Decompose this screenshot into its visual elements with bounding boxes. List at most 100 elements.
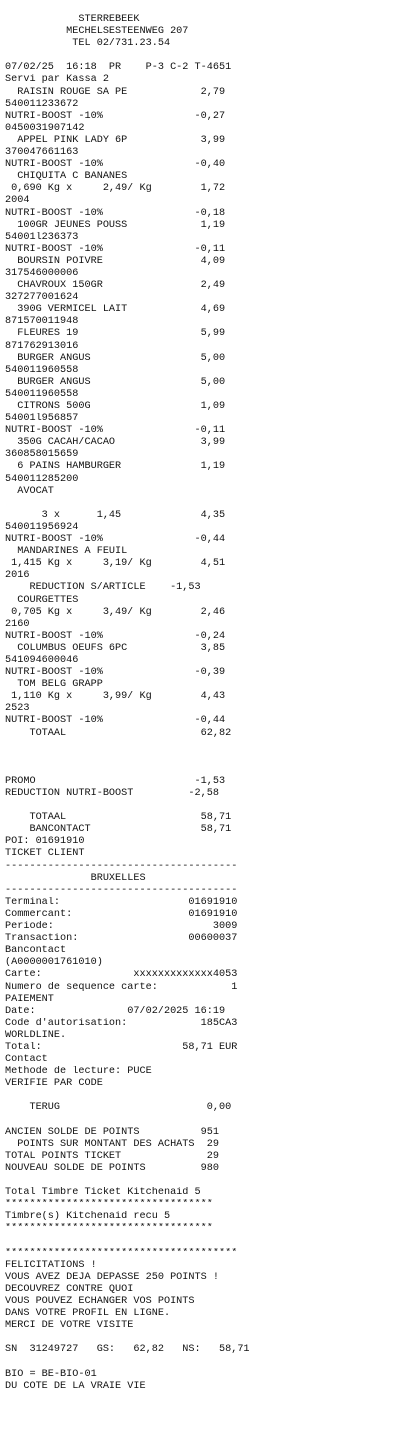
receipt-line: 2160 <box>5 618 30 630</box>
receipt-line: MECHELSESTEENWEG 207 <box>5 26 189 38</box>
receipt-line: 0,705 Kg x 3,49/ Kg 2,46 <box>5 606 226 618</box>
receipt-line: Bancontact <box>5 945 67 957</box>
receipt-line: Transaction: 00600037 <box>5 933 238 945</box>
receipt-line: 390G VERMICEL LAIT 4,69 <box>5 304 226 316</box>
receipt-line: 100GR JEUNES POUSS 1,19 <box>5 219 226 231</box>
receipt-line: 1,415 Kg x 3,19/ Kg 4,51 <box>5 558 226 570</box>
receipt-line: NUTRI-BOOST -10% -0,11 <box>5 243 226 255</box>
receipt-line: BURGER ANGUS 5,00 <box>5 376 226 388</box>
receipt-line: ********************************** <box>5 1199 213 1211</box>
receipt-line <box>5 50 415 62</box>
receipt-line: Code d'autorisation: 185CA3 <box>5 1017 238 1029</box>
receipt-line: 540011233672 <box>5 98 79 110</box>
receipt-line: COURGETTES <box>5 594 79 606</box>
receipt-line: PAIEMENT <box>5 993 54 1005</box>
receipt-line: TOM BELG GRAPP <box>5 679 103 691</box>
receipt-line: 54001l956857 <box>5 413 79 425</box>
receipt-line: FELICITATIONS ! <box>5 1259 97 1271</box>
receipt-line: 6 PAINS HAMBURGER 1,19 <box>5 461 226 473</box>
receipt-line <box>5 1332 415 1344</box>
receipt-line: NUTRI-BOOST -10% -0,24 <box>5 630 226 642</box>
receipt-line: SN 31249727 GS: 62,82 NS: 58,71 <box>5 1344 250 1356</box>
receipt-line: BIO = BE-BIO-01 <box>5 1368 97 1380</box>
receipt-line: NUTRI-BOOST -10% -0,44 <box>5 715 226 727</box>
receipt-line: 07/02/25 16:18 PR P-3 C-2 T-4651 <box>5 62 232 74</box>
receipt-line: ANCIEN SOLDE DE POINTS 951 <box>5 1126 219 1138</box>
receipt-line: 540011285200 <box>5 473 79 485</box>
receipt-line: WORLDLINE. <box>5 1029 67 1041</box>
receipt-line: VOUS AVEZ DEJA DEPASSE 250 POINTS ! <box>5 1271 219 1283</box>
receipt-line: POI: 01691910 <box>5 836 85 848</box>
receipt-line: Date: 07/02/2025 16:19 <box>5 1005 226 1017</box>
receipt-line: Total Timbre Ticket Kitchenaid 5 <box>5 1187 201 1199</box>
receipt-line: 370047661163 <box>5 147 79 159</box>
receipt-line: TOTAAL 62,82 <box>5 727 232 739</box>
receipt-line: MANDARINES A FEUIL <box>5 546 128 558</box>
receipt-line: NOUVEAU SOLDE DE POINTS 980 <box>5 1162 219 1174</box>
receipt-line: PROMO -1,53 <box>5 775 226 787</box>
receipt-line: Servi par Kassa 2 <box>5 74 109 86</box>
receipt-line: CHAVROUX 150GR 2,49 <box>5 280 226 292</box>
receipt-line: Periode: 3009 <box>5 921 238 933</box>
receipt-line: CHIQUITA C BANANES <box>5 171 128 183</box>
receipt-line: Methode de lecture: PUCE <box>5 1066 152 1078</box>
receipt-line: -------------------------------------- <box>5 860 238 872</box>
receipt-line: VOUS POUVEZ ECHANGER VOS POINTS <box>5 1295 195 1307</box>
receipt-line <box>5 740 415 752</box>
receipt-line: Commercant: 01691910 <box>5 908 238 920</box>
receipt: STERREBEEK MECHELSESTEENWEG 207 TEL 02/7… <box>5 14 415 1393</box>
receipt-line: TICKET CLIENT <box>5 848 85 860</box>
receipt-line <box>5 1235 415 1247</box>
receipt-line: 3 x 1,45 4,35 <box>5 509 226 521</box>
receipt-line: RAISIN ROUGE SA PE 2,79 <box>5 86 226 98</box>
receipt-line: 1,110 Kg x 3,99/ Kg 4,43 <box>5 691 226 703</box>
receipt-line: Carte: xxxxxxxxxxxxx4053 <box>5 969 238 981</box>
receipt-line: 540011960558 <box>5 364 79 376</box>
receipt-line: NUTRI-BOOST -10% -0,39 <box>5 667 226 679</box>
receipt-line: TEL 02/731.23.54 <box>5 38 171 50</box>
receipt-line: Numero de sequence carte: 1 <box>5 981 238 993</box>
receipt-line: Timbre(s) Kitchenaid recu 5 <box>5 1211 171 1223</box>
receipt-line <box>5 1115 415 1127</box>
receipt-line: 0450031907142 <box>5 122 85 134</box>
receipt-line: VERIFIE PAR CODE <box>5 1078 103 1090</box>
receipt-line: ********************************** <box>5 1223 213 1235</box>
receipt-line: REDUCTION S/ARTICLE -1,53 <box>5 582 201 594</box>
receipt-line: TOTAAL 58,71 <box>5 812 232 824</box>
receipt-line: 54001l236373 <box>5 231 79 243</box>
receipt-line: 540011956924 <box>5 521 79 533</box>
receipt-line: BOURSIN POIVRE 4,09 <box>5 255 226 267</box>
receipt-line: BURGER ANGUS 5,00 <box>5 352 226 364</box>
receipt-line: NUTRI-BOOST -10% -0,11 <box>5 425 226 437</box>
receipt-line: APPEL PINK LADY 6P 3,99 <box>5 134 226 146</box>
receipt-line: STERREBEEK <box>5 14 140 25</box>
receipt-line: NUTRI-BOOST -10% -0,27 <box>5 110 226 122</box>
receipt-line: 540011960558 <box>5 388 79 400</box>
receipt-line: DU COTE DE LA VRAIE VIE <box>5 1380 146 1392</box>
receipt-line: BRUXELLES <box>5 872 146 884</box>
receipt-line: -------------------------------------- <box>5 884 238 896</box>
receipt-line: 2016 <box>5 570 30 582</box>
receipt-line: MERCI DE VOTRE VISITE <box>5 1320 134 1332</box>
receipt-line: TERUG 0,00 <box>5 1102 232 1114</box>
receipt-line: 2004 <box>5 195 30 207</box>
receipt-line: AVOCAT <box>5 485 54 497</box>
receipt-line: ************************************** <box>5 1247 238 1259</box>
receipt-line: FLEURES 19 5,99 <box>5 328 226 340</box>
receipt-line: 360858015659 <box>5 449 79 461</box>
receipt-line: 0,690 Kg x 2,49/ Kg 1,72 <box>5 183 226 195</box>
receipt-line: 2523 <box>5 703 30 715</box>
receipt-line: 350G CACAH/CACAO 3,99 <box>5 437 226 449</box>
receipt-line: 327277001624 <box>5 292 79 304</box>
receipt-line: COLUMBUS OEUFS 6PC 3,85 <box>5 642 226 654</box>
receipt-line <box>5 1356 415 1368</box>
receipt-line <box>5 1175 415 1187</box>
receipt-line: Total: 58,71 EUR <box>5 1041 238 1053</box>
receipt-line <box>5 752 415 764</box>
receipt-line <box>5 800 415 812</box>
receipt-line: POINTS SUR MONTANT DES ACHATS 29 <box>5 1138 219 1150</box>
receipt-line: Terminal: 01691910 <box>5 896 238 908</box>
receipt-line <box>5 1090 415 1102</box>
receipt-line: Contact <box>5 1054 48 1066</box>
receipt-line: NUTRI-BOOST -10% -0,44 <box>5 534 226 546</box>
